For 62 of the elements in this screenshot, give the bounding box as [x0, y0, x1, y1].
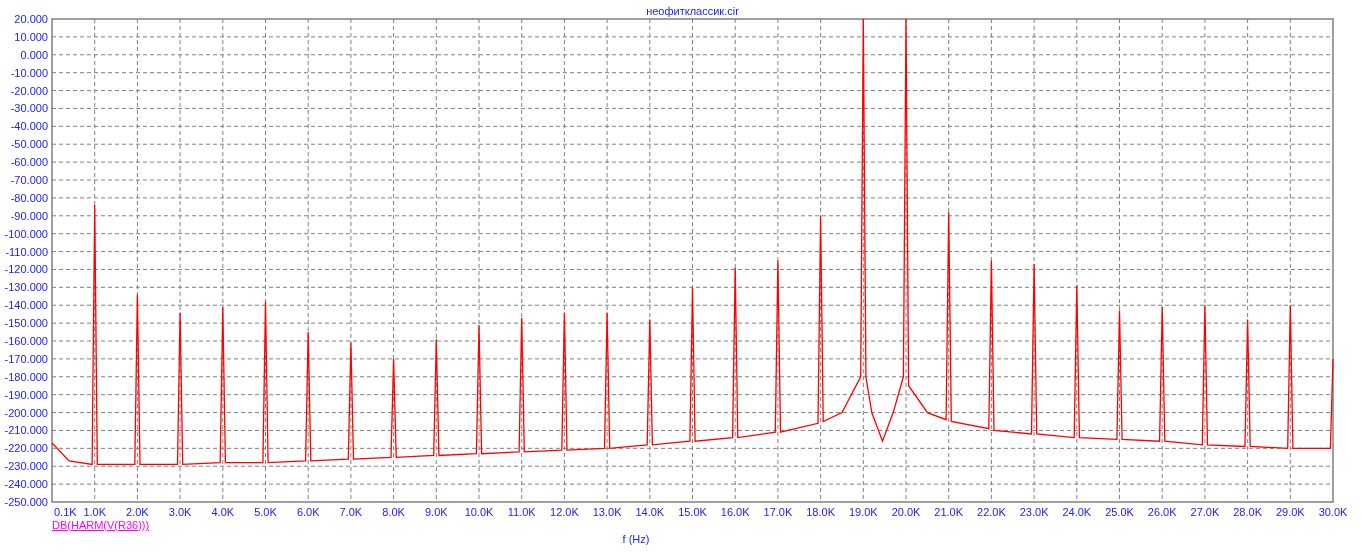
y-tick-label: -180.000	[4, 370, 48, 383]
legend-label[interactable]: DB(HARM(V(R36)))	[52, 519, 150, 531]
x-tick-label: 7.0K	[339, 506, 363, 518]
y-tick-label: -150.000	[4, 317, 48, 330]
y-tick-label: -10.000	[10, 66, 48, 79]
y-tick-label: -230.000	[4, 460, 48, 473]
x-tick-label: 6.0K	[296, 506, 320, 518]
y-tick-label: -50.000	[10, 138, 48, 151]
y-tick-label: 10.000	[14, 30, 48, 43]
x-tick-label: 12.0K	[550, 506, 579, 518]
y-tick-label: -190.000	[4, 388, 48, 401]
chart-title: неофитклассик.cir	[646, 5, 739, 17]
x-tick-label: 3.0K	[168, 506, 192, 518]
x-tick-label: 2.0K	[126, 506, 149, 518]
x-tick-label: 17.0K	[763, 506, 793, 518]
y-tick-label: 20.000	[14, 13, 48, 25]
y-tick-label: 0.000	[20, 48, 48, 61]
y-tick-label: -130.000	[4, 281, 48, 294]
x-tick-label: 24.0K	[1062, 506, 1092, 518]
x-tick-label: 18.0K	[806, 506, 835, 518]
y-tick-label: -100.000	[4, 227, 48, 240]
y-tick-label: -80.000	[10, 191, 48, 204]
x-tick-label: 4.0K	[211, 506, 235, 518]
x-tick-label: 29.0K	[1275, 506, 1305, 518]
y-tick-label: -170.000	[4, 352, 48, 365]
y-tick-label: -240.000	[4, 478, 48, 491]
x-tick-label: 14.0K	[635, 506, 665, 518]
y-tick-label: -40.000	[10, 120, 48, 133]
x-tick-label: 13.0K	[592, 506, 622, 518]
x-tick-label: 8.0K	[382, 506, 405, 518]
x-tick-label: 5.0K	[254, 506, 277, 518]
y-tick-label: -90.000	[10, 209, 48, 222]
x-tick-label: 1.0K	[83, 506, 106, 518]
y-tick-label: -20.000	[10, 84, 48, 97]
x-tick-label: 28.0K	[1233, 506, 1262, 518]
x-tick-label: 30.0K	[1318, 506, 1348, 518]
x-tick-label: 19.0K	[848, 506, 878, 518]
x-tick-label: 22.0K	[977, 506, 1006, 518]
y-tick-label: -30.000	[10, 102, 48, 115]
y-tick-label: -200.000	[4, 406, 48, 419]
y-tick-label: -140.000	[4, 299, 48, 312]
x-tick-label: 27.0K	[1190, 506, 1220, 518]
x-tick-label: 23.0K	[1019, 506, 1049, 518]
x-tick-label: 16.0K	[720, 506, 750, 518]
x-tick-label: 26.0K	[1147, 506, 1177, 518]
x-axis-label: f (Hz)	[622, 533, 650, 545]
y-tick-label: -110.000	[5, 245, 48, 258]
y-tick-label: -250.000	[4, 496, 48, 508]
y-tick-label: -210.000	[4, 424, 48, 437]
x-tick-label: 15.0K	[678, 506, 707, 518]
y-tick-label: -60.000	[10, 156, 48, 169]
x-tick-label: 10.0K	[464, 506, 494, 518]
x-tick-label: 25.0K	[1105, 506, 1134, 518]
x-tick-label: 21.0K	[934, 506, 964, 518]
y-tick-label: -70.000	[10, 174, 48, 186]
y-tick-label: -120.000	[4, 263, 48, 276]
y-tick-label: -220.000	[4, 442, 48, 455]
x-tick-label: 20.0K	[891, 506, 921, 518]
x-tick-label: 9.0K	[425, 506, 448, 518]
x-tick-label: 0.1K	[54, 506, 77, 518]
y-tick-label: -160.000	[4, 335, 48, 347]
x-tick-label: 11.0K	[507, 506, 536, 518]
